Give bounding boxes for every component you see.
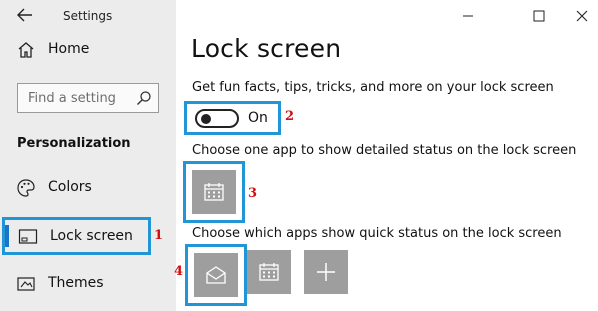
sidebar: Settings Home Personalization Colors Loc… — [0, 0, 176, 311]
annotation-number: 2 — [285, 109, 295, 124]
search-box[interactable] — [17, 83, 159, 113]
section-title: Personalization — [17, 136, 131, 151]
quick-status-label: Choose which apps show quick status on t… — [192, 226, 562, 241]
palette-icon — [16, 178, 36, 198]
quick-status-mail-highlight — [185, 244, 247, 306]
sidebar-item-label: Colors — [48, 179, 92, 195]
calendar-icon — [259, 263, 279, 281]
search-icon[interactable] — [136, 90, 152, 106]
detailed-status-app-highlight — [183, 161, 245, 223]
annotation-number: 1 — [154, 228, 164, 243]
annotation-number: 3 — [248, 186, 258, 201]
quick-status-mail-button[interactable] — [194, 253, 238, 297]
home-icon — [16, 40, 36, 60]
annotation-number: 4 — [174, 264, 184, 279]
lock-screen-icon — [18, 228, 38, 246]
mail-icon — [206, 266, 226, 284]
quick-status-calendar-button[interactable] — [247, 250, 291, 294]
calendar-icon — [204, 183, 224, 201]
sidebar-item-label: Themes — [48, 275, 104, 291]
toggle-knob — [201, 114, 211, 124]
minimize-button[interactable] — [458, 8, 478, 24]
sidebar-item-lock-screen[interactable]: Lock screen — [2, 217, 151, 255]
toggle-state-label: On — [248, 110, 268, 126]
toggle-switch[interactable] — [195, 109, 239, 128]
maximize-button[interactable] — [529, 8, 549, 24]
fun-facts-label: Get fun facts, tips, tricks, and more on… — [192, 80, 554, 95]
search-input[interactable] — [28, 89, 128, 107]
app-title: Settings — [63, 9, 113, 23]
detailed-status-app-button[interactable] — [192, 170, 236, 214]
sidebar-item-home[interactable]: Home — [0, 32, 176, 68]
back-arrow-icon[interactable] — [12, 5, 38, 29]
sidebar-item-label: Home — [48, 41, 90, 57]
quick-status-add-button[interactable] — [304, 250, 348, 294]
sidebar-item-label: Lock screen — [50, 228, 133, 244]
fun-facts-toggle[interactable]: On — [184, 101, 281, 135]
add-icon — [317, 263, 335, 281]
sidebar-item-themes[interactable]: Themes — [0, 266, 176, 302]
sidebar-item-colors[interactable]: Colors — [0, 170, 176, 206]
themes-icon — [16, 274, 36, 294]
page-title: Lock screen — [191, 34, 342, 63]
detailed-status-label: Choose one app to show detailed status o… — [192, 143, 577, 158]
selected-indicator — [5, 225, 9, 247]
close-button[interactable] — [572, 8, 592, 24]
